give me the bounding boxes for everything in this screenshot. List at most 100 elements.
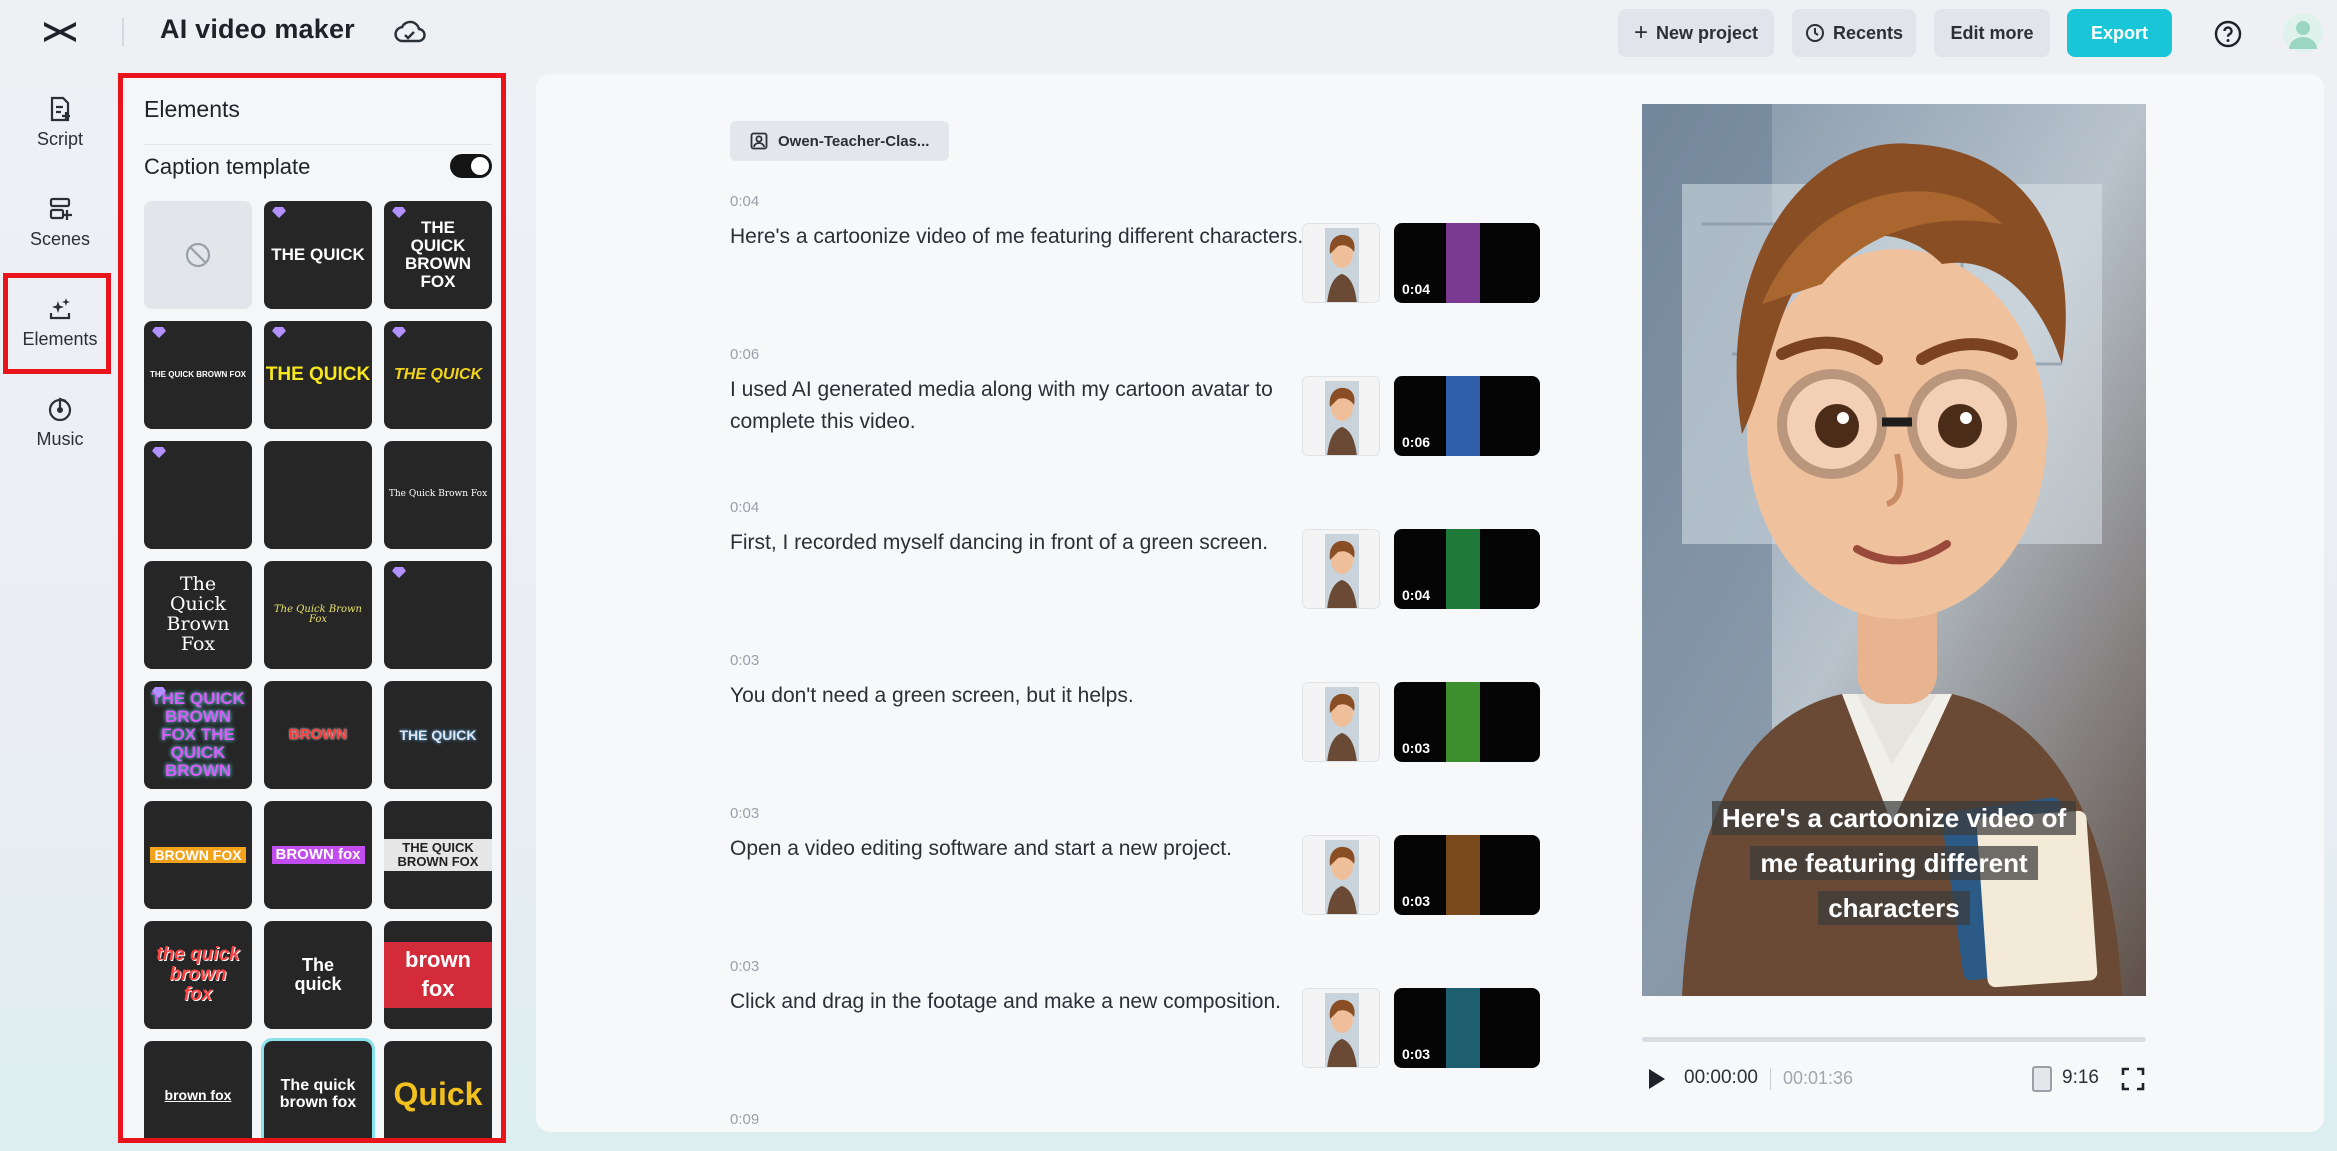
avatar-character-icon xyxy=(750,132,768,150)
clock-icon xyxy=(1805,24,1824,42)
media-duration: 0:03 xyxy=(1402,740,1431,756)
scene-row[interactable]: 0:03 Open a video editing software and st… xyxy=(730,805,1540,945)
media-thumbnail[interactable]: 0:04 xyxy=(1394,223,1540,303)
caption-template-tile[interactable]: THE QUICK xyxy=(384,681,492,789)
scene-time: 0:06 xyxy=(730,346,760,363)
caption-template-tile[interactable]: brown fox xyxy=(384,921,492,1029)
media-thumbnail[interactable]: 0:06 xyxy=(1394,376,1540,456)
avatar-thumbnail[interactable] xyxy=(1302,376,1380,456)
premium-diamond-icon xyxy=(272,327,286,338)
scene-script-text[interactable]: Open a video editing software and start … xyxy=(730,833,1310,865)
scene-script-text[interactable]: Here's a cartoonize video of me featurin… xyxy=(730,221,1310,253)
caption-template-tile[interactable]: BROWN xyxy=(264,681,372,789)
nav-script-label: Script xyxy=(36,128,83,149)
caption-template-tile[interactable] xyxy=(264,441,372,549)
export-label: Export xyxy=(2090,22,2148,43)
premium-diamond-icon xyxy=(152,687,166,698)
avatar-thumbnail[interactable] xyxy=(1302,682,1380,762)
edit-more-button[interactable]: Edit more xyxy=(1934,9,2050,57)
aspect-ratio-label[interactable]: 9:16 xyxy=(2062,1067,2099,1089)
caption-template-tile[interactable]: THE QUICK xyxy=(264,201,372,309)
fullscreen-icon[interactable] xyxy=(2120,1066,2146,1092)
premium-diamond-icon xyxy=(272,207,286,218)
nav-scenes-label: Scenes xyxy=(29,228,91,249)
caption-template-tile[interactable]: BROWN FOX xyxy=(144,801,252,909)
header-divider xyxy=(122,18,124,46)
preview-caption: Here's a cartoonize video of me featurin… xyxy=(1690,796,2098,931)
media-duration: 0:04 xyxy=(1402,587,1431,603)
media-duration: 0:06 xyxy=(1402,434,1431,450)
character-chip[interactable]: Owen-Teacher-Clas... xyxy=(730,121,949,161)
user-avatar-icon[interactable] xyxy=(2283,13,2323,53)
premium-diamond-icon xyxy=(152,447,166,458)
caption-template-tile[interactable]: THE QUICK BROWN FOX xyxy=(144,321,252,429)
scene-row[interactable]: 0:03 Click and drag in the footage and ma… xyxy=(730,958,1540,1098)
avatar-thumbnail[interactable] xyxy=(1302,529,1380,609)
caption-template-tile[interactable]: Quick xyxy=(384,1041,492,1142)
nav-scenes[interactable]: Scenes xyxy=(0,182,120,262)
scene-row[interactable]: 0:04 Here's a cartoonize video of me feat… xyxy=(730,193,1540,333)
panel-title: Elements xyxy=(144,96,240,122)
preview-caption-line: characters xyxy=(1818,891,1970,925)
caption-template-tile[interactable]: THE QUICK xyxy=(384,321,492,429)
scene-script-text[interactable]: First, I recorded myself dancing in fron… xyxy=(730,527,1310,559)
edit-more-label: Edit more xyxy=(1950,22,2034,43)
avatar-thumbnail[interactable] xyxy=(1302,988,1380,1068)
template-none[interactable] xyxy=(144,201,252,309)
premium-diamond-icon xyxy=(392,567,406,578)
time-divider xyxy=(1770,1068,1771,1090)
avatar-thumbnail-image xyxy=(1303,224,1379,302)
avatar-thumbnail[interactable] xyxy=(1302,223,1380,303)
premium-diamond-icon xyxy=(392,327,406,338)
cloud-sync-icon[interactable] xyxy=(392,17,426,49)
scene-script-text[interactable]: Click and drag in the footage and make a… xyxy=(730,986,1310,1018)
scene-row[interactable]: 0:06 I used AI generated media along with… xyxy=(730,346,1540,486)
caption-template-tile-selected[interactable]: The quick brown fox xyxy=(261,1038,375,1142)
caption-template-tile[interactable]: The Quick Brown Fox xyxy=(384,441,492,549)
scene-script-text[interactable]: I used AI generated media along with my … xyxy=(730,374,1310,438)
caption-template-tile[interactable] xyxy=(144,441,252,549)
media-thumbnail-image xyxy=(1446,835,1480,915)
new-project-button[interactable]: + New project xyxy=(1618,9,1774,57)
recents-button[interactable]: Recents xyxy=(1792,9,1916,57)
caption-template-tile[interactable]: The Quick Brown Fox xyxy=(144,561,252,669)
caption-template-tile[interactable]: THE QUICK xyxy=(264,321,372,429)
media-thumbnail[interactable]: 0:03 xyxy=(1394,988,1540,1068)
caption-template-tile[interactable]: brown fox xyxy=(144,1041,252,1142)
scene-row[interactable]: 0:04 First, I recorded myself dancing in … xyxy=(730,499,1540,639)
caption-template-tile[interactable]: THE QUICK BROWN FOX xyxy=(384,201,492,309)
caption-template-tile[interactable]: The quick xyxy=(264,921,372,1029)
media-duration: 0:03 xyxy=(1402,1046,1431,1062)
scene-script-text[interactable]: You don't need a green screen, but it he… xyxy=(730,680,1310,712)
nav-script[interactable]: Script xyxy=(0,82,120,162)
premium-diamond-icon xyxy=(392,207,406,218)
media-thumbnail[interactable]: 0:03 xyxy=(1394,835,1540,915)
play-icon[interactable] xyxy=(1644,1066,1668,1092)
media-thumbnail[interactable]: 0:03 xyxy=(1394,682,1540,762)
aspect-ratio-icon[interactable] xyxy=(2032,1066,2052,1092)
caption-template-tile[interactable]: THE QUICK BROWN FOX THE QUICK BROWN xyxy=(144,681,252,789)
caption-template-tile[interactable]: The Quick Brown Fox xyxy=(264,561,372,669)
script-icon xyxy=(50,96,70,121)
elements-panel: Elements Caption template THE QUICK THE … xyxy=(120,74,504,1142)
preview-caption-line: me featuring different xyxy=(1750,846,2038,880)
scene-row[interactable]: 0:03 You don't need a green screen, but i… xyxy=(730,652,1540,792)
caption-template-tile[interactable] xyxy=(384,561,492,669)
media-thumbnail[interactable]: 0:04 xyxy=(1394,529,1540,609)
caption-template-tile[interactable]: the quick brown fox xyxy=(144,921,252,1029)
avatar-thumbnail[interactable] xyxy=(1302,835,1380,915)
total-time: 00:01:36 xyxy=(1783,1068,1854,1088)
top-bar: AI video maker + New project Recents Edi… xyxy=(0,0,2337,66)
caption-template-toggle[interactable] xyxy=(450,154,492,178)
caption-template-tile[interactable]: THE QUICK BROWN FOX xyxy=(384,801,492,909)
avatar-thumbnail-image xyxy=(1303,989,1379,1067)
caption-template-tile[interactable]: BROWN fox xyxy=(264,801,372,909)
help-icon[interactable] xyxy=(2213,19,2243,49)
export-button[interactable]: Export xyxy=(2067,9,2172,57)
preview-caption-line: Here's a cartoonize video of xyxy=(1711,801,2077,835)
playback-progress-bar[interactable] xyxy=(1642,1037,2146,1042)
scene-time: 0:04 xyxy=(730,499,760,516)
media-thumbnail-image xyxy=(1446,223,1480,303)
capcut-logo-icon[interactable] xyxy=(40,16,80,48)
nav-music[interactable]: Music xyxy=(0,382,120,462)
